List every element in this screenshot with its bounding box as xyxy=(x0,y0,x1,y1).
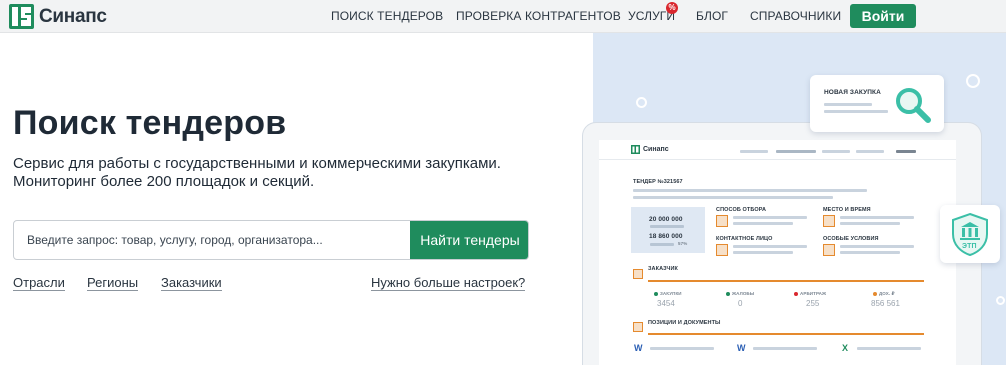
subtitle-line-1: Сервис для работы с государственными и к… xyxy=(13,155,501,172)
mock-divider xyxy=(648,280,924,282)
mock-price-percent: 57% xyxy=(678,241,688,246)
top-navbar: Синапс ПОИСК ТЕНДЕРОВ ПРОВЕРКА КОНТРАГЕН… xyxy=(0,0,1006,33)
mock-stat-value: 856 561 xyxy=(871,299,900,308)
find-tenders-button[interactable]: Найти тендеры xyxy=(410,221,528,259)
mock-field-icon xyxy=(823,215,835,227)
nav-counterparty-check[interactable]: ПРОВЕРКА КОНТРАГЕНТОВ xyxy=(456,9,621,23)
logo-mark-icon xyxy=(9,4,34,29)
mock-text-line xyxy=(840,216,914,219)
mock-nav-bar xyxy=(896,150,916,153)
mock-text-line xyxy=(633,189,867,192)
mock-stat-label: ЖАЛОБЫ xyxy=(732,291,755,296)
mock-stat-label: ЗАКУПКИ xyxy=(660,291,682,296)
mock-positions-title: ПОЗИЦИИ И ДОКУМЕНТЫ xyxy=(648,320,721,326)
excel-doc-icon: X xyxy=(842,343,849,353)
mock-field-icon xyxy=(716,244,728,256)
mock-tender-number: ТЕНДЕР №321567 xyxy=(633,179,683,185)
search-input[interactable] xyxy=(14,221,410,259)
mock-section-icon xyxy=(633,322,643,332)
link-regions[interactable]: Регионы xyxy=(87,275,139,291)
mock-stat-label: АРБИТРАЖ xyxy=(800,291,827,296)
mock-text-line xyxy=(753,347,817,350)
page-subtitle: Сервис для работы с государственными и к… xyxy=(13,155,501,191)
mock-field-contact: КОНТАКТНОЕ ЛИЦО xyxy=(716,236,773,242)
decor-circle xyxy=(996,296,1005,305)
mock-field-selection: СПОСОБ ОТБОРА xyxy=(716,207,767,213)
mock-text-line xyxy=(857,347,921,350)
nav-directories[interactable]: СПРАВОЧНИКИ xyxy=(750,9,841,23)
mock-stat-value: 0 xyxy=(738,299,743,308)
mock-stat-dot xyxy=(873,292,877,296)
mock-price-2: 18 860 000 xyxy=(649,233,683,240)
mock-section-icon xyxy=(633,269,643,279)
mock-text-line xyxy=(733,216,807,219)
mock-nav-bar xyxy=(822,150,850,153)
word-doc-icon: W xyxy=(737,343,746,353)
mock-text-line xyxy=(733,222,793,225)
mock-text-line xyxy=(824,110,888,113)
logo[interactable]: Синапс xyxy=(9,4,107,29)
decor-circle xyxy=(636,97,647,108)
mock-stat-label: ДОХ. ₽ xyxy=(879,291,895,296)
mock-field-icon xyxy=(823,244,835,256)
mock-text-line xyxy=(840,222,900,225)
mock-divider xyxy=(648,333,924,335)
search-bar: Найти тендеры xyxy=(13,220,529,260)
mock-nav-bar xyxy=(856,150,884,153)
mock-stat-value: 255 xyxy=(806,299,820,308)
mock-field-icon xyxy=(716,215,728,227)
link-industries[interactable]: Отрасли xyxy=(13,275,65,291)
word-doc-icon: W xyxy=(634,343,643,353)
mock-customer-title: ЗАКАЗЧИК xyxy=(648,266,678,272)
nav-blog[interactable]: БЛОГ xyxy=(696,9,728,23)
magnifier-icon xyxy=(896,88,931,123)
mock-text-line xyxy=(840,251,900,254)
logo-text: Синапс xyxy=(39,5,107,27)
mock-stat-dot xyxy=(794,292,798,296)
login-button[interactable]: Войти xyxy=(850,4,916,28)
decor-circle xyxy=(966,74,980,88)
etp-label: ЭТП xyxy=(962,243,977,250)
mock-price-1: 20 000 000 xyxy=(649,216,683,223)
mock-stat-value: 3454 xyxy=(657,299,675,308)
new-purchase-label: НОВАЯ ЗАКУПКА xyxy=(824,89,881,96)
mock-text-line xyxy=(733,245,807,248)
mock-text-line xyxy=(840,245,914,248)
mock-field-conditions: ОСОБЫЕ УСЛОВИЯ xyxy=(823,236,879,242)
mock-text-line xyxy=(650,347,714,350)
link-customers[interactable]: Заказчики xyxy=(161,275,222,291)
mock-text-line xyxy=(650,243,674,246)
mock-stat-dot xyxy=(726,292,730,296)
page-title: Поиск тендеров xyxy=(13,104,287,142)
mock-nav-bar xyxy=(740,150,768,153)
discount-badge-icon: % xyxy=(666,2,678,14)
mock-text-line xyxy=(650,225,684,228)
mock-price-block xyxy=(631,207,705,253)
mock-text-line xyxy=(633,196,833,199)
subtitle-line-2: Мониторинг более 200 площадок и секций. xyxy=(13,173,315,190)
mock-logo-icon xyxy=(631,145,640,154)
mock-nav-bar xyxy=(776,150,816,153)
link-more-settings[interactable]: Нужно больше настроек? xyxy=(371,275,526,291)
nav-tender-search[interactable]: ПОИСК ТЕНДЕРОВ xyxy=(331,9,443,23)
mock-field-place-time: МЕСТО И ВРЕМЯ xyxy=(823,207,871,213)
mock-logo-text: Синапс xyxy=(643,146,669,153)
mock-text-line xyxy=(824,103,872,106)
mock-text-line xyxy=(733,251,793,254)
mock-stat-dot xyxy=(654,292,658,296)
